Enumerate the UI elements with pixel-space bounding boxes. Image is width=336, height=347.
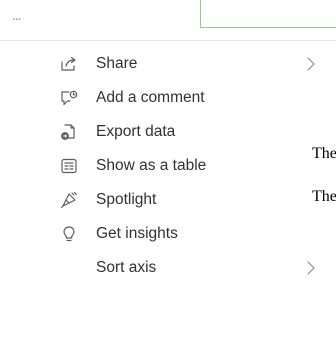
spotlight-icon: [59, 190, 79, 210]
menu-item-label: Spotlight: [96, 191, 157, 208]
lightbulb-icon: [59, 224, 79, 244]
menu-item-label: Add a comment: [96, 89, 205, 106]
more-options-icon[interactable]: ...: [12, 8, 22, 22]
menu-item-get-insights[interactable]: Get insights: [0, 217, 336, 251]
menu-item-add-comment[interactable]: Add a comment: [0, 81, 336, 115]
menu-item-spotlight[interactable]: Spotlight: [0, 183, 336, 217]
menu-item-label: Share: [96, 55, 138, 72]
menu-item-export-data[interactable]: Export data: [0, 115, 336, 149]
chevron-right-icon: [304, 260, 318, 276]
export-icon: [59, 122, 79, 142]
menu-item-label: Get insights: [96, 225, 178, 242]
chevron-right-icon: [304, 56, 318, 72]
visual-border: [200, 0, 336, 28]
menu-item-sort-axis[interactable]: Sort axis: [0, 251, 336, 285]
menu-item-label: Export data: [96, 123, 176, 140]
comment-icon: [59, 88, 79, 108]
visual-header: ...: [0, 0, 336, 40]
table-icon: [59, 156, 79, 176]
menu-item-label: Show as a table: [96, 157, 207, 174]
menu-item-label: Sort axis: [96, 259, 157, 276]
context-menu: Share Add a comment Export data Show as …: [0, 40, 336, 347]
share-icon: [59, 54, 79, 74]
menu-item-share[interactable]: Share: [0, 47, 336, 81]
menu-item-show-as-table[interactable]: Show as a table: [0, 149, 336, 183]
